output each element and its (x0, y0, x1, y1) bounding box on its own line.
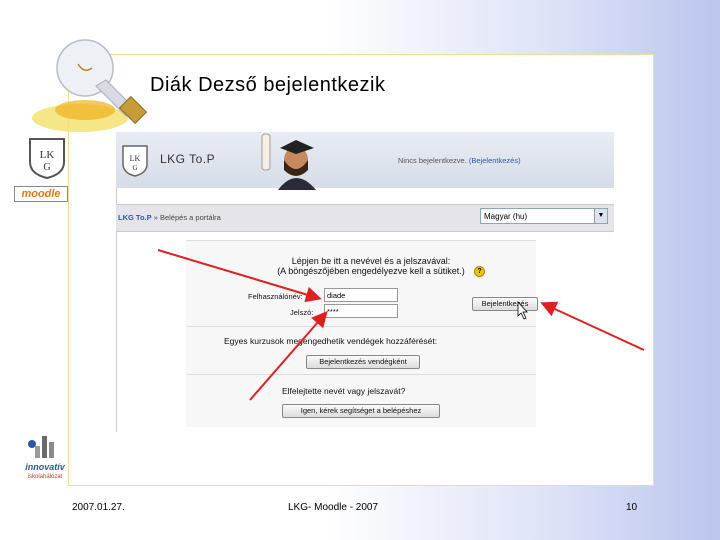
footer-center: LKG- Moodle - 2007 (288, 502, 379, 513)
footer-page-number: 10 (626, 502, 638, 513)
username-label: Felhasználónév: (248, 292, 303, 301)
site-title[interactable]: LKG To.P (160, 152, 215, 166)
login-status-link[interactable]: (Bejelentkezés) (469, 156, 521, 165)
username-input[interactable]: diade (324, 288, 398, 302)
divider (186, 374, 536, 375)
lkg-crest-icon: LK G (29, 138, 65, 180)
login-status: Nincs bejelentkezve. (Bejelentkezés) (398, 156, 521, 165)
login-status-text: Nincs bejelentkezve. (398, 156, 467, 165)
guest-login-button[interactable]: Bejelentkezés vendégként (306, 355, 420, 369)
breadcrumb-separator: » (153, 213, 158, 222)
forgot-credentials-text: Elfelejtette nevét vagy jelszavát? (282, 386, 406, 396)
svg-text:G: G (43, 162, 50, 173)
help-icon[interactable]: ? (474, 266, 485, 277)
cookie-notice: (A böngészőjében engedélyezve kell a süt… (277, 266, 465, 276)
password-label: Jelszó: (290, 308, 314, 317)
language-selected: Magyar (hu) (484, 212, 528, 221)
svg-text:LK: LK (40, 149, 55, 161)
innovativ-sub-label: iskolahálózat (27, 474, 63, 480)
divider (186, 326, 536, 327)
chevron-down-icon[interactable]: ▼ (594, 209, 607, 223)
slide-title: Diák Dezső bejelentkezik (150, 74, 386, 96)
moodle-logo: moodle (14, 186, 68, 202)
guest-access-text: Egyes kurzusok megengedhetik vendégek ho… (224, 336, 438, 346)
language-select[interactable]: Magyar (hu) ▼ (480, 208, 608, 224)
breadcrumb-current: Belépés a portálra (159, 213, 221, 222)
breadcrumb: LKG To.P » Belépés a portálra (118, 213, 221, 222)
svg-text:LK: LK (130, 154, 141, 163)
innovativ-label: innovatív (25, 462, 65, 472)
svg-text:G: G (132, 164, 137, 172)
light-bulb-icon (32, 39, 148, 132)
login-button[interactable]: Bejelentkezés (472, 297, 538, 311)
breadcrumb-home[interactable]: LKG To.P (118, 213, 152, 222)
site-logo-icon[interactable]: LK G (121, 144, 149, 178)
footer-date: 2007.01.27. (72, 502, 125, 513)
login-prompt: Lépjen be itt a nevével és a jelszavával… (291, 256, 451, 266)
password-input[interactable]: **** (324, 304, 398, 318)
graduate-image (261, 133, 316, 190)
forgot-password-button[interactable]: Igen, kérek segítséget a belépéshez (282, 404, 440, 418)
